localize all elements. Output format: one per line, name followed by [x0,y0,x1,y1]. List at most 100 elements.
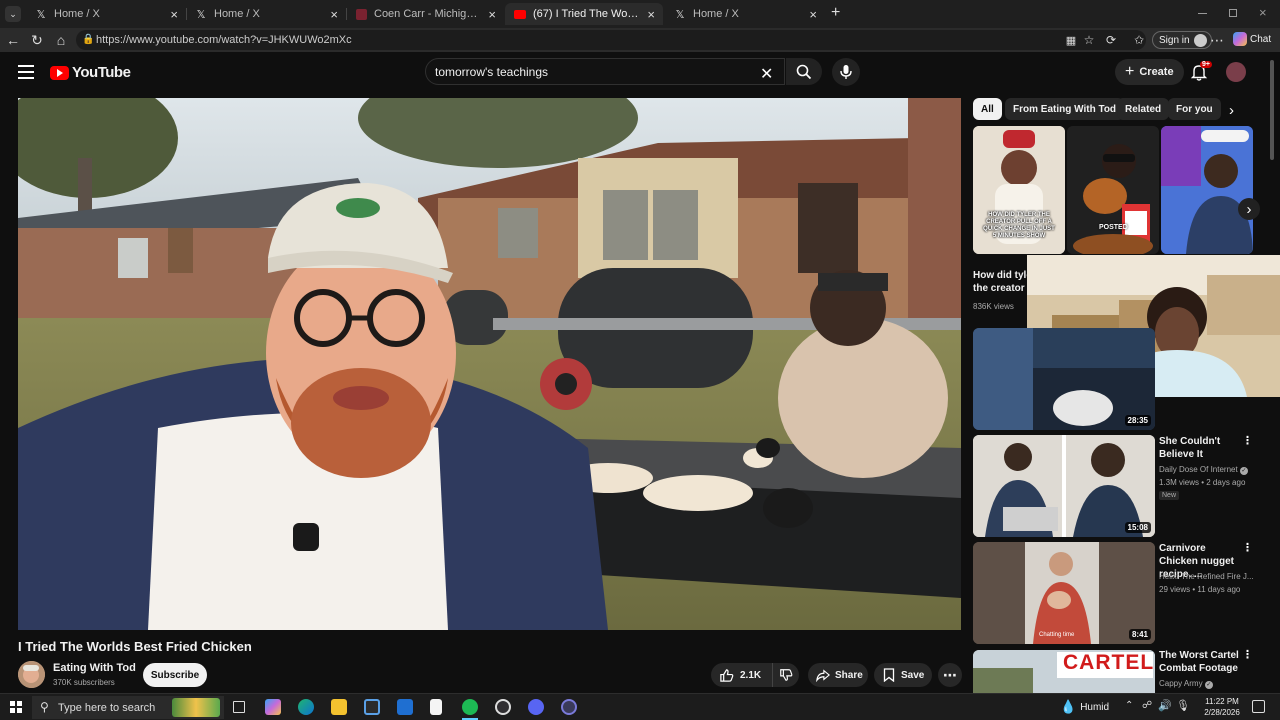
notification-count-badge: 9+ [1200,61,1212,68]
new-tab-button[interactable]: + [831,4,840,22]
notepad-icon[interactable] [430,699,442,715]
taskbar-clock[interactable]: 11:22 PM 2/28/2026 [1200,696,1244,718]
channel-name-link[interactable]: Daily Dose Of Internet ✓ [1159,463,1248,476]
channel-name-link[interactable]: Helix: The Refined Fire J... [1159,570,1254,583]
spotify-icon[interactable] [462,699,478,715]
short-title[interactable]: How did tyle the creator [973,269,1033,295]
close-tab-icon[interactable]: × [647,7,655,22]
video-thumbnail[interactable]: CARTEL [973,650,1155,693]
dislike-button[interactable] [773,663,799,687]
weather-widget[interactable]: 💧 Humid [1060,699,1109,715]
copilot-icon [1233,32,1247,46]
short-thumbnail[interactable]: POSTED [1067,126,1159,254]
browser-tab[interactable]: 𝕏 Home / X × [186,3,346,25]
maximize-icon[interactable] [1229,9,1237,17]
search-button[interactable] [786,58,822,85]
video-thumbnail[interactable]: 28:35 [973,328,1155,430]
verified-check-icon: ✓ [1204,681,1213,689]
minimize-icon[interactable] [1198,13,1207,14]
close-tab-icon[interactable]: × [809,7,817,22]
copilot-taskbar-icon[interactable] [265,699,281,715]
video-title-link[interactable]: The Worst Cartel Combat Footage [1159,649,1239,675]
short-thumbnail[interactable] [1161,126,1253,254]
search-input[interactable]: tomorrow's teachings [425,58,785,85]
video-title-link[interactable]: She Couldn't Believe It [1159,435,1235,461]
microphone-icon [840,65,852,79]
apps-icon[interactable]: ▦ [1062,31,1080,49]
chip-all[interactable]: All [973,98,1002,120]
chip-from-channel[interactable]: From Eating With Tod [1005,98,1125,120]
short-thumbnail[interactable]: HOW DID TYLER THE CREATOR PULL OFF A QUI… [973,126,1065,254]
app-icon[interactable] [561,699,577,715]
task-view-icon[interactable] [233,701,245,713]
close-tab-icon[interactable]: × [488,7,496,22]
home-icon[interactable]: ⌂ [52,31,70,49]
youtube-header: YouTube tomorrow's teachings ✕ + Create … [0,52,1280,96]
close-tab-icon[interactable]: × [330,7,338,22]
favorite-star-icon[interactable]: ☆ [1080,31,1098,49]
browser-tab[interactable]: Coen Carr - Michigan State Sparta × [346,3,504,25]
channel-avatar[interactable] [18,661,45,688]
mail-icon[interactable] [397,699,413,715]
youtube-logo[interactable]: YouTube [50,64,131,81]
page-scrollbar[interactable] [1270,60,1274,160]
notification-center-icon[interactable] [1252,700,1265,713]
edge-browser-icon[interactable] [298,699,314,715]
channel-name[interactable]: Eating With Tod [53,662,136,674]
more-options-icon[interactable]: ⋯ [1208,31,1226,49]
microphone-tray-icon[interactable]: 🎙 [1176,699,1190,712]
more-options-icon[interactable]: ⋮ [1242,543,1253,554]
search-highlight-image [172,698,220,717]
url-field[interactable]: 🔒 https://www.youtube.com/watch?v=JHKWUW… [76,30,1146,50]
voice-search-button[interactable] [832,58,860,86]
browser-tab[interactable]: 𝕏 Home / X × [665,3,825,25]
save-button[interactable]: Save [874,663,932,687]
video-title: I Tried The Worlds Best Fried Chicken [18,639,252,654]
chip-for-you[interactable]: For you [1168,98,1221,120]
more-options-icon[interactable]: ⋮ [1242,650,1253,661]
profile-avatar-icon [1193,33,1207,47]
share-button[interactable]: Share [808,663,868,687]
more-options-icon[interactable]: ⋮ [1242,436,1253,447]
sign-in-button[interactable]: Sign in [1152,31,1212,49]
chip-related[interactable]: Related [1117,98,1170,120]
chips-next-arrow-icon[interactable]: › [1229,102,1234,119]
search-icon: ⚲ [40,700,49,714]
refresh-icon[interactable]: ↻ [28,31,46,49]
shorts-next-button[interactable]: › [1238,198,1260,220]
back-icon[interactable]: ← [4,31,22,49]
windows-start-icon[interactable] [10,701,22,713]
account-avatar[interactable] [1226,62,1246,82]
copilot-chat-button[interactable]: Chat [1233,32,1271,46]
obs-icon[interactable] [495,699,511,715]
like-button[interactable]: 2.1K [711,663,773,687]
x-logo-icon: 𝕏 [675,8,685,21]
browser-tab-active[interactable]: (67) I Tried The Worlds Best Fried C × [505,3,663,25]
video-player[interactable] [18,98,961,630]
volume-icon[interactable]: 🔊 [1158,699,1172,712]
x-logo-icon: 𝕏 [36,8,46,21]
chat-label: Chat [1250,33,1272,45]
x-logo-icon: 𝕏 [196,8,206,21]
extensions-icon[interactable]: ⟳ [1102,31,1120,49]
close-tab-icon[interactable]: × [170,7,178,22]
video-thumbnail[interactable]: Chatting time 8:41 [973,542,1155,644]
file-explorer-icon[interactable] [331,699,347,715]
discord-icon[interactable] [528,699,544,715]
microsoft-store-icon[interactable] [364,699,380,715]
tab-actions-button[interactable]: ⌄ [5,6,21,22]
network-icon[interactable]: ☍ [1142,700,1152,711]
tray-chevron-icon[interactable]: ⌃ [1125,700,1133,711]
favorites-icon[interactable]: ✩ [1130,31,1148,49]
subscribe-button[interactable]: Subscribe [143,663,207,687]
search-value: tomorrow's teachings [435,64,549,79]
menu-icon[interactable] [18,65,34,79]
channel-name-link[interactable]: Cappy Army ✓ [1159,677,1213,690]
close-window-icon[interactable]: × [1259,5,1267,20]
taskbar-search-box[interactable]: ⚲ Type here to search [32,696,224,719]
create-button[interactable]: + Create [1115,59,1184,85]
clear-search-icon[interactable]: ✕ [760,64,773,84]
more-actions-button[interactable]: ⋯ [938,663,962,687]
browser-tab[interactable]: 𝕏 Home / X × [26,3,186,25]
video-thumbnail[interactable]: 15:08 [973,435,1155,537]
